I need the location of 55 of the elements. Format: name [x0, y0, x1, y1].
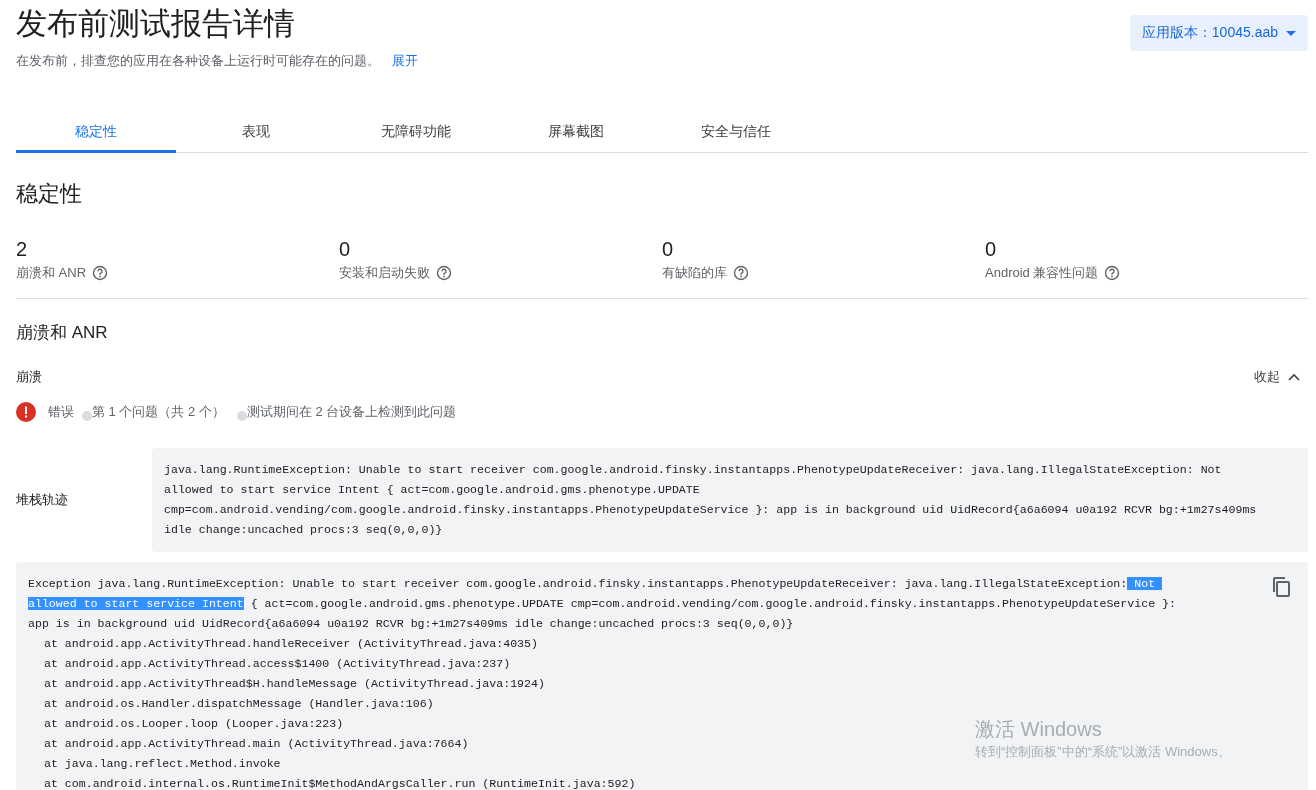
activation-notice-title: 激活 Windows	[975, 717, 1103, 742]
stat-value: 0	[662, 237, 675, 261]
selected-text: Not	[1127, 577, 1163, 590]
tab[interactable]: 屏幕截图	[496, 115, 656, 153]
issue-meta: 测试期间在 2 台设备上检测到此问题	[246, 403, 457, 421]
help-icon	[1104, 265, 1121, 281]
code-line: cmp=com.android.vending/com.google.android.finsky.instantapps.PhenotypeUpdateService }: app is in background uid UidRecord{a6a6094 u0a192 RCVR bg:+1m27s409ms	[164, 502, 1257, 518]
stat-value: 0	[985, 237, 998, 261]
help-icon	[733, 265, 749, 281]
tab[interactable]: 安全与信任	[656, 115, 816, 153]
code-line: at android.app.ActivityThread.main (ActivityThread.java:7664)	[43, 736, 469, 752]
tab[interactable]: 表现	[176, 115, 336, 153]
separator-dot-icon	[82, 411, 92, 421]
code-line: allowed to start service Intent { act=com.google.android.gms.phenotype.UPDATE cmp=com.android.vending/com.google.android.finsky.instantapps.PhenotypeUpdateService }:	[28, 596, 1176, 612]
stat-label: 安装和启动失败	[339, 264, 430, 282]
tab[interactable]: 无障碍功能	[336, 115, 496, 153]
version-dropdown[interactable]: 应用版本：10045.aab	[1129, 15, 1308, 51]
stat-label: 崩溃和 ANR	[16, 264, 87, 282]
dropdown-caret-icon	[1286, 30, 1296, 36]
code-line: at android.os.Handler.dispatchMessage (Handler.java:106)	[43, 696, 434, 712]
group-label: 崩溃	[16, 368, 42, 386]
code-line: at com.android.internal.os.RuntimeInit$MethodAndArgsCaller.run (RuntimeInit.java:592)	[43, 776, 636, 790]
code-line: at java.lang.reflect.Method.invoke	[43, 756, 281, 772]
code-line: at android.app.ActivityThread.handleReceiver (ActivityThread.java:4035)	[43, 636, 538, 652]
issue-meta: 第 1 个问题（共 2 个）	[92, 403, 225, 421]
collapse-button[interactable]: 收起	[1254, 368, 1308, 386]
severity-label: 错误	[48, 403, 74, 421]
stat-label: Android 兼容性问题	[985, 264, 1099, 282]
code-line: allowed to start service Intent { act=com.google.android.gms.phenotype.UPDATE	[164, 482, 700, 498]
code-line: app is in background uid UidRecord{a6a6094 u0a192 RCVR bg:+1m27s409ms idle change:uncached procs:3 seq(0,0,0)}	[28, 616, 794, 632]
stat-value: 0	[339, 237, 352, 261]
code-line: java.lang.RuntimeException: Unable to start receiver com.google.android.finsky.instantapps.PhenotypeUpdateReceiver: java.lang.IllegalStateException: Not	[164, 462, 1222, 478]
chevron-up-icon	[1288, 373, 1300, 381]
code-line: at android.os.Looper.loop (Looper.java:223)	[43, 716, 344, 732]
error-icon	[16, 402, 36, 422]
activation-notice-text: 转到“控制面板”中的“系统”以激活 Windows。	[975, 743, 1231, 761]
copy-icon	[1270, 576, 1292, 598]
tab[interactable]: 稳定性	[16, 115, 176, 153]
help-icon	[436, 265, 452, 281]
expand-link[interactable]: 展开	[392, 52, 418, 70]
section-heading: 稳定性	[16, 180, 83, 208]
page-description: 在发布前，排查您的应用在各种设备上运行时可能存在的问题。	[16, 52, 380, 70]
stat-value: 2	[16, 237, 29, 261]
code-line: at android.app.ActivityThread$H.handleMessage (ActivityThread.java:1924)	[43, 676, 545, 692]
separator-dot-icon	[236, 411, 247, 421]
stack-label: 堆栈轨迹	[16, 491, 69, 509]
stat-label: 有缺陷的库	[662, 264, 727, 282]
help-icon	[92, 265, 109, 281]
subsection-heading: 崩溃和 ANR	[16, 322, 109, 344]
page-title: 发布前测试报告详情	[16, 5, 296, 43]
copy-button[interactable]	[1270, 576, 1292, 598]
code-line: Exception java.lang.RuntimeException: Unable to start receiver com.google.android.finsky.instantapps.PhenotypeUpdateReceiver: java.lang.IllegalStateException: Not	[28, 574, 1163, 594]
selected-text: allowed to start service Intent	[28, 597, 244, 610]
code-line: idle change:uncached procs:3 seq(0,0,0)}	[164, 522, 443, 538]
code-line: at android.app.ActivityThread.access$1400 (ActivityThread.java:237)	[43, 656, 511, 672]
